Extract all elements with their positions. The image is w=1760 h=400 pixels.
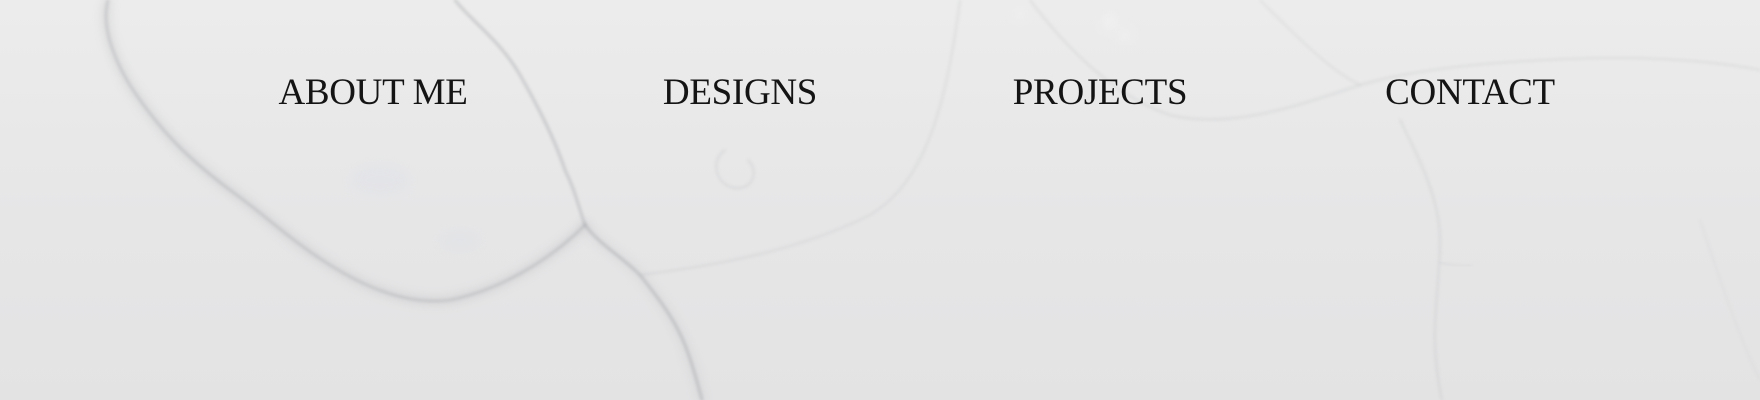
- nav-item-designs[interactable]: DESIGNS: [663, 69, 817, 117]
- main-navigation: ABOUT ME DESIGNS PROJECTS CONTACT: [0, 0, 1760, 400]
- nav-item-contact[interactable]: CONTACT: [1385, 69, 1555, 117]
- nav-item-about-me[interactable]: ABOUT ME: [278, 69, 467, 117]
- nav-item-projects[interactable]: PROJECTS: [1013, 69, 1188, 117]
